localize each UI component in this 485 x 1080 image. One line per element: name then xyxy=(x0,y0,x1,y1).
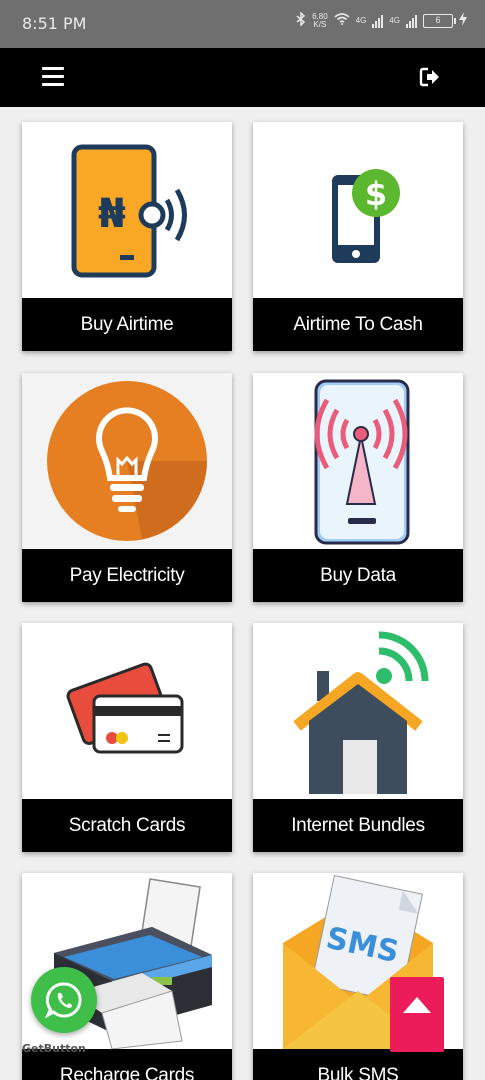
tile-label: Scratch Cards xyxy=(22,799,232,852)
tile-label: Airtime To Cash xyxy=(253,298,463,351)
signal-icon-2 xyxy=(406,14,417,28)
battery-level: 6 xyxy=(435,14,441,25)
battery-icon: 6 xyxy=(423,13,456,28)
network-type-1: 4G xyxy=(355,16,367,25)
getbutton-branding[interactable]: GetButton xyxy=(22,1042,86,1055)
tile-label: Bulk SMS xyxy=(253,1049,463,1080)
logout-icon[interactable] xyxy=(419,66,441,88)
arrow-up-icon[interactable] xyxy=(390,977,444,1052)
network-speed: 6.80 K/S xyxy=(312,12,328,29)
whatsapp-icon[interactable] xyxy=(31,967,97,1033)
cards-icon xyxy=(22,623,232,799)
tile-buy-airtime[interactable]: ₦ Buy Airtime xyxy=(22,122,232,351)
network-type-2: 4G xyxy=(389,16,400,25)
hamburger-menu-icon[interactable] xyxy=(42,67,64,86)
naira-phone-icon: ₦ xyxy=(22,122,232,298)
bluetooth-icon xyxy=(296,11,306,29)
signal-icon-1 xyxy=(372,14,384,28)
house-wifi-icon xyxy=(253,623,463,799)
svg-text:₦: ₦ xyxy=(98,191,126,237)
svg-text:$: $ xyxy=(365,175,387,213)
wifi-icon xyxy=(334,13,350,28)
tile-scratch-cards[interactable]: Scratch Cards xyxy=(22,623,232,852)
tile-label: Pay Electricity xyxy=(22,549,232,602)
tile-pay-electricity[interactable]: Pay Electricity xyxy=(22,373,232,602)
tile-airtime-to-cash[interactable]: $ Airtime To Cash xyxy=(253,122,463,351)
phone-signal-tower-icon xyxy=(253,373,463,549)
app-bar xyxy=(0,48,485,107)
status-time: 8:51 PM xyxy=(22,14,87,33)
tile-internet-bundles[interactable]: Internet Bundles xyxy=(253,623,463,852)
lightbulb-icon xyxy=(22,373,232,549)
tile-label: Buy Airtime xyxy=(22,298,232,351)
tile-label: Buy Data xyxy=(253,549,463,602)
phone-dollar-icon: $ xyxy=(253,122,463,298)
tile-label: Internet Bundles xyxy=(253,799,463,852)
tile-buy-data[interactable]: Buy Data xyxy=(253,373,463,602)
status-icons: 6.80 K/S 4G 4G 6 xyxy=(296,11,467,29)
speed-unit: K/S xyxy=(313,19,327,29)
status-bar: 8:51 PM 6.80 K/S 4G 4G 6 xyxy=(0,0,485,48)
charging-icon xyxy=(459,12,467,29)
